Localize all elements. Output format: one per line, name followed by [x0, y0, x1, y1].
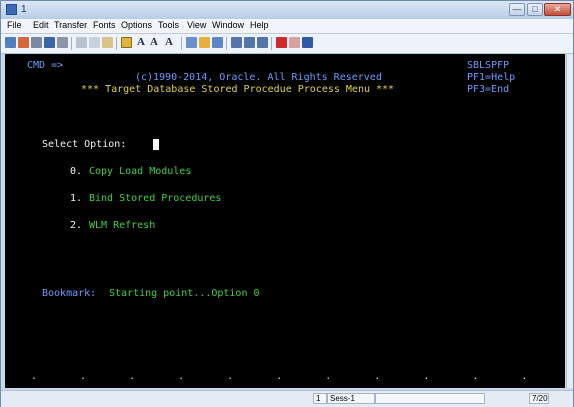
keyboard-icon[interactable] [121, 37, 132, 48]
toolbar: A A A [1, 34, 573, 54]
print-icon[interactable] [31, 37, 42, 48]
menu-title: *** Target Database Stored Procedue Proc… [81, 84, 395, 95]
toolbar-separator [271, 37, 272, 50]
macro-icon[interactable] [186, 37, 197, 48]
paste-icon[interactable] [102, 37, 113, 48]
status-session: Sess-1 [327, 393, 375, 404]
minimize-button[interactable]: — [509, 3, 525, 16]
panel-id: SBLSPFP [467, 60, 510, 71]
menu-help[interactable]: Help [250, 20, 269, 30]
copyright-line: (c)1990-2014, Oracle. All Rights Reserve… [135, 72, 382, 83]
option-number: 0. [70, 166, 83, 177]
menu-tools[interactable]: Tools [158, 20, 179, 30]
menu-transfer[interactable]: Transfer [54, 20, 87, 30]
save-icon[interactable] [44, 37, 55, 48]
option-bind-stored-procedures[interactable]: Bind Stored Procedures [89, 193, 221, 205]
font-smaller-icon[interactable]: A [150, 36, 158, 48]
font-larger-icon[interactable]: A [165, 36, 173, 48]
menu-fonts[interactable]: Fonts [93, 20, 116, 30]
maximize-button[interactable]: □ [527, 3, 543, 16]
connect-icon[interactable] [5, 37, 16, 48]
status-cursor-position: 7/20 [529, 393, 549, 404]
menu-options[interactable]: Options [121, 20, 152, 30]
font-a-icon[interactable]: A [137, 36, 145, 48]
pf1-label: PF1=Help [467, 72, 516, 83]
disconnect-icon[interactable] [18, 37, 29, 48]
option-wlm-refresh[interactable]: WLM Refresh [89, 220, 155, 232]
toolbar-separator [116, 37, 117, 50]
menu-window[interactable]: Window [212, 20, 244, 30]
option-number: 2. [70, 220, 83, 231]
receive-file-icon[interactable] [244, 37, 255, 48]
menu-edit[interactable]: Edit [33, 20, 49, 30]
app-icon [6, 4, 17, 15]
transfer-icon[interactable] [257, 37, 268, 48]
terminal-screen[interactable]: CMD => SBLSPFP (c)1990-2014, Oracle. All… [5, 54, 565, 388]
enter-icon[interactable] [276, 37, 287, 48]
play-icon[interactable] [212, 37, 223, 48]
toolbar-separator [71, 37, 72, 50]
close-button[interactable]: ✕ [544, 3, 571, 16]
status-field-1: 1 [313, 393, 327, 404]
cmd-label: CMD => [27, 60, 64, 71]
record-icon[interactable] [199, 37, 210, 48]
title-bar: 1 — □ ✕ [1, 1, 573, 19]
bookmark-label: Bookmark: [42, 288, 97, 299]
option-copy-load-modules[interactable]: Copy Load Modules [89, 166, 191, 178]
menu-file[interactable]: File [7, 20, 22, 30]
emulator-window: 1 — □ ✕ File Edit Transfer Fonts Options… [0, 0, 574, 407]
info-icon[interactable] [302, 37, 313, 48]
dotted-footer-line: . . . . . . . . . . . . . . . . . . . . … [31, 371, 546, 382]
send-file-icon[interactable] [231, 37, 242, 48]
copy-icon[interactable] [89, 37, 100, 48]
text-cursor[interactable] [153, 139, 159, 150]
toolbar-separator [226, 37, 227, 50]
print-screen-icon[interactable] [57, 37, 68, 48]
menu-view[interactable]: View [187, 20, 206, 30]
select-option-label: Select Option: [42, 139, 127, 150]
vertical-scrollbar[interactable] [566, 54, 573, 388]
menu-bar: File Edit Transfer Fonts Options Tools V… [1, 19, 573, 34]
pf3-label: PF3=End [467, 84, 510, 95]
bookmark-value: Starting point...Option 0 [109, 288, 260, 299]
toolbar-separator [181, 37, 182, 50]
status-empty-field [375, 393, 485, 404]
cut-icon[interactable] [76, 37, 87, 48]
window-title: 1 [21, 4, 27, 15]
status-bar: 1 Sess-1 7/20 [1, 390, 573, 407]
option-number: 1. [70, 193, 83, 204]
edit-icon[interactable] [289, 37, 300, 48]
